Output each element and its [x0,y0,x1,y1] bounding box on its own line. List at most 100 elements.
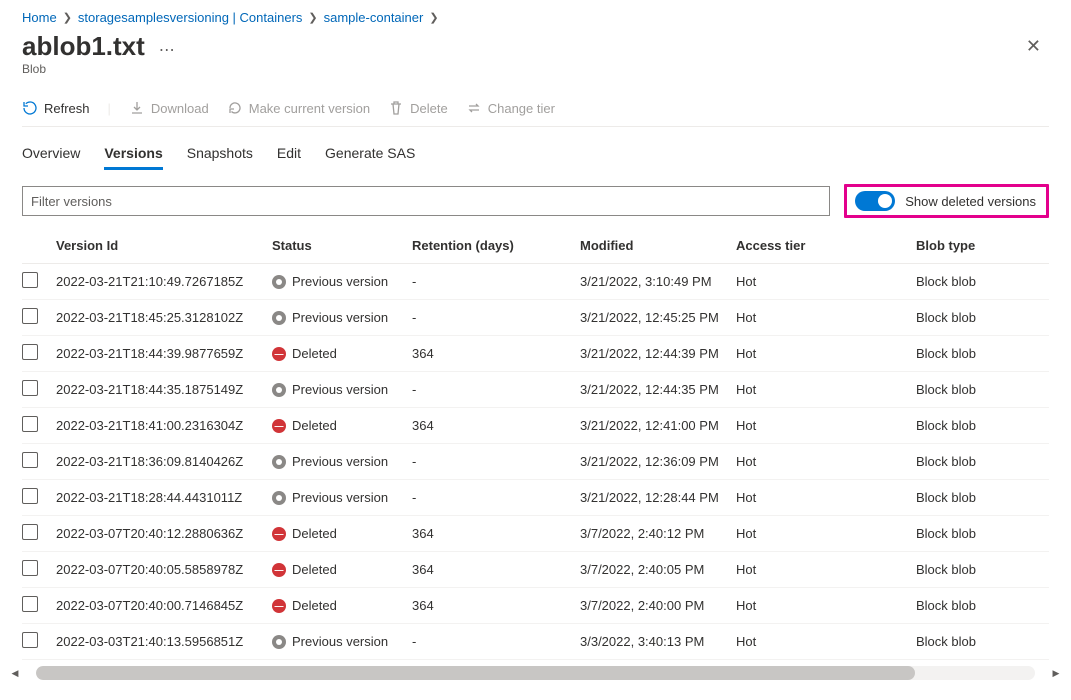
status-label: Deleted [292,526,337,541]
horizontal-scroll[interactable]: ◀ ▶ [22,666,1049,680]
cell-access-tier: Hot [736,480,916,516]
cell-blob-type: Block blob [916,624,1049,660]
cell-version-id: 2022-03-07T20:40:05.5858978Z [56,552,272,588]
trash-icon [388,100,404,116]
table-row[interactable]: 2022-03-21T18:41:00.2316304Z—Deleted3643… [22,408,1049,444]
status-label: Previous version [292,490,388,505]
make-current-button: Make current version [227,100,370,116]
circle-icon [272,311,286,325]
cell-blob-type: Block blob [916,372,1049,408]
refresh-button[interactable]: Refresh [22,100,90,116]
cell-retention: 364 [412,588,580,624]
breadcrumb-link-storage[interactable]: storagesamplesversioning | Containers [78,10,303,25]
th-version-id[interactable]: Version Id [56,228,272,264]
cell-retention: - [412,300,580,336]
cell-status: — Deleted [272,588,412,624]
cell-retention: 364 [412,336,580,372]
row-checkbox[interactable] [22,596,38,612]
cell-version-id: 2022-03-21T18:28:44.4431011Z [56,480,272,516]
table-row[interactable]: 2022-03-07T20:40:05.5858978Z—Deleted3643… [22,552,1049,588]
table-row[interactable]: 2022-03-21T18:28:44.4431011Z Previous ver… [22,480,1049,516]
th-retention[interactable]: Retention (days) [412,228,580,264]
tab-versions[interactable]: Versions [104,139,162,170]
table-row[interactable]: 2022-03-07T20:40:00.7146845Z—Deleted3643… [22,588,1049,624]
status-label: Previous version [292,634,388,649]
table-row[interactable]: 2022-03-21T18:36:09.8140426ZPrevious ver… [22,444,1049,480]
no-entry-icon: — [272,599,286,613]
cell-access-tier: Hot [736,624,916,660]
tab-snapshots[interactable]: Snapshots [187,139,253,170]
scroll-right-icon[interactable]: ▶ [1049,666,1063,680]
cell-version-id: 2022-03-21T18:36:09.8140426Z [56,444,272,480]
status-label: Previous version [292,274,388,289]
cell-access-tier: Hot [736,264,916,300]
cell-blob-type: Block blob [916,300,1049,336]
refresh-label: Refresh [44,101,90,116]
cell-access-tier: Hot [736,552,916,588]
row-checkbox[interactable] [22,452,38,468]
th-status[interactable]: Status [272,228,412,264]
cell-modified: 3/7/2022, 2:40:00 PM [580,588,736,624]
row-checkbox[interactable] [22,416,38,432]
row-checkbox[interactable] [22,560,38,576]
cell-access-tier: Hot [736,588,916,624]
cell-blob-type: Block blob [916,588,1049,624]
status-label: Previous version [292,382,388,397]
row-checkbox[interactable] [22,344,38,360]
circle-icon [272,635,286,649]
make-current-label: Make current version [249,101,370,116]
breadcrumb-link-container[interactable]: sample-container [324,10,424,25]
page-title: ablob1.txt [22,31,145,62]
status-label: Deleted [292,598,337,613]
chevron-right-icon: ❯ [63,11,72,24]
table-row[interactable]: 2022-03-21T18:44:35.1875149ZPrevious ver… [22,372,1049,408]
filter-versions-input[interactable] [22,186,830,216]
cell-modified: 3/21/2022, 3:10:49 PM [580,264,736,300]
no-entry-icon: — [272,527,286,541]
cell-access-tier: Hot [736,444,916,480]
status-label: Deleted [292,562,337,577]
row-checkbox[interactable] [22,308,38,324]
page-subtitle: Blob [22,62,1049,76]
tab-generate-sas[interactable]: Generate SAS [325,139,415,170]
row-checkbox[interactable] [22,632,38,648]
cell-blob-type: Block blob [916,444,1049,480]
cell-status: Previous version [272,480,412,516]
row-checkbox[interactable] [22,524,38,540]
scroll-left-icon[interactable]: ◀ [8,666,22,680]
table-row[interactable]: 2022-03-07T20:40:12.2880636Z—Deleted3643… [22,516,1049,552]
row-checkbox[interactable] [22,488,38,504]
more-menu-button[interactable]: ⋯ [155,40,179,60]
cell-version-id: 2022-03-21T18:44:39.9877659Z [56,336,272,372]
close-button[interactable]: ✕ [1018,32,1049,61]
table-row[interactable]: 2022-03-21T21:10:49.7267185Z Previous ver… [22,264,1049,300]
cell-access-tier: Hot [736,516,916,552]
cell-retention: 364 [412,408,580,444]
cell-status: —Deleted [272,552,412,588]
tab-overview[interactable]: Overview [22,139,80,170]
row-checkbox[interactable] [22,380,38,396]
circle-icon [272,383,286,397]
undo-icon [227,100,243,116]
cell-status: — Deleted [272,516,412,552]
th-access-tier[interactable]: Access tier [736,228,916,264]
circle-icon [272,275,286,289]
show-deleted-toggle[interactable] [855,191,895,211]
cell-modified: 3/21/2022, 12:28:44 PM [580,480,736,516]
table-row[interactable]: 2022-03-03T21:40:13.5956851ZPrevious ver… [22,624,1049,660]
circle-icon [272,491,286,505]
swap-icon [466,100,482,116]
delete-button: Delete [388,100,448,116]
cell-version-id: 2022-03-21T21:10:49.7267185Z [56,264,272,300]
cell-blob-type: Block blob [916,336,1049,372]
cell-status: Previous version [272,624,412,660]
breadcrumb-link-home[interactable]: Home [22,10,57,25]
table-row[interactable]: 2022-03-21T18:45:25.3128102ZPrevious ver… [22,300,1049,336]
table-row[interactable]: 2022-03-21T18:44:39.9877659Z—Deleted3643… [22,336,1049,372]
th-modified[interactable]: Modified [580,228,736,264]
cell-blob-type: Block blob [916,552,1049,588]
cell-status: —Deleted [272,336,412,372]
row-checkbox[interactable] [22,272,38,288]
th-blob-type[interactable]: Blob type [916,228,1049,264]
tab-edit[interactable]: Edit [277,139,301,170]
